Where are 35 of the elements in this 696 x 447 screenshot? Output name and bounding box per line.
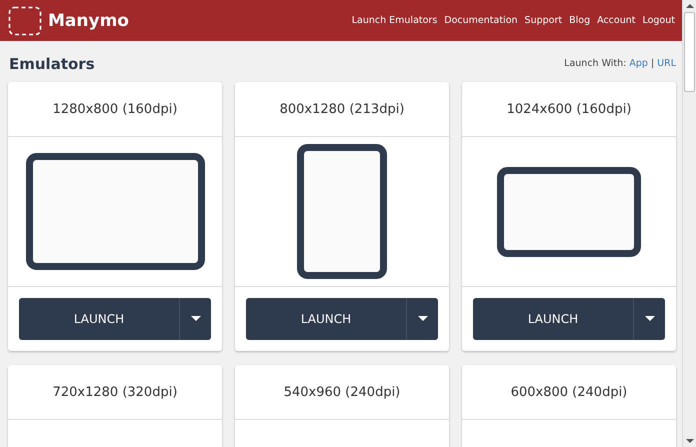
nav-link[interactable]: Support	[524, 15, 562, 26]
dropdown-button[interactable]	[406, 298, 438, 340]
scroll-up-icon[interactable]	[686, 3, 694, 9]
tablet-icon	[497, 166, 641, 256]
tablet-icon	[297, 144, 387, 279]
logo-icon	[8, 6, 42, 36]
scrollbar-thumb[interactable]	[684, 12, 695, 92]
page-title: Emulators	[9, 54, 95, 72]
caret-icon	[644, 316, 654, 322]
launch-option-link[interactable]: URL	[657, 58, 676, 69]
emulator-name: 1280x800 (160dpi)	[52, 102, 178, 116]
emulator-name: 1024x600 (160dpi)	[506, 102, 632, 116]
launch-with-label: Launch With:	[564, 58, 626, 69]
dropdown-button[interactable]	[179, 298, 211, 340]
emulator-name: 540x960 (240dpi)	[284, 384, 400, 400]
tablet-icon	[26, 153, 204, 270]
caret-icon	[418, 316, 428, 322]
separator: |	[650, 58, 654, 69]
launch-button[interactable]: LAUNCH	[246, 298, 406, 340]
nav-link[interactable]: Logout	[642, 15, 675, 26]
nav-link[interactable]: Blog	[569, 15, 590, 26]
launch-option-link[interactable]: App	[629, 58, 648, 69]
emulator-name: 600x800 (240dpi)	[510, 384, 628, 400]
launch-button[interactable]: LAUNCH	[473, 298, 633, 340]
emulator-name: 720x1280 (320dpi)	[52, 384, 178, 400]
caret-icon	[190, 316, 200, 322]
nav-link[interactable]: Launch Emulators	[352, 15, 438, 26]
scroll-down-icon[interactable]	[686, 438, 694, 444]
nav-link[interactable]: Account	[597, 15, 636, 26]
nav-link[interactable]: Documentation	[444, 15, 518, 26]
launch-button[interactable]: LAUNCH	[19, 298, 179, 340]
scrollbar[interactable]	[682, 0, 696, 447]
emulator-name: 800x1280 (213dpi)	[280, 102, 404, 116]
dropdown-button[interactable]	[633, 298, 665, 340]
logo-text: Manymo	[48, 10, 129, 30]
